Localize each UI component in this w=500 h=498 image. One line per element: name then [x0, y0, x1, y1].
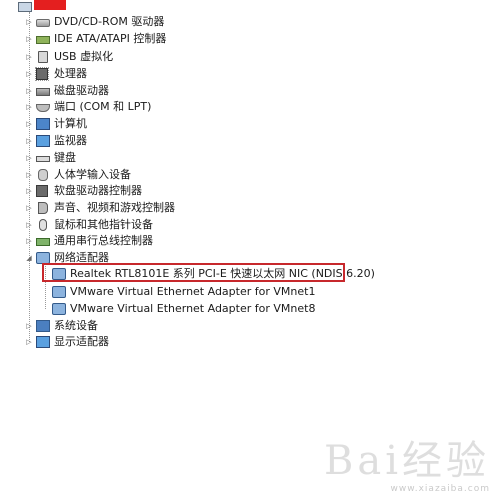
device-tree: ▷ DVD/CD-ROM 驱动器 ▷ IDE ATA/ATAPI 控制器 ▷ U…: [0, 0, 500, 498]
computer-icon: [18, 2, 32, 12]
expand-arrow-icon[interactable]: ▷: [25, 98, 33, 115]
device-vmnet1[interactable]: VMware Virtual Ethernet Adapter for VMne…: [0, 283, 400, 300]
expand-arrow-icon[interactable]: ▷: [25, 182, 33, 199]
category-label: IDE ATA/ATAPI 控制器: [54, 32, 167, 45]
category-display-adapters[interactable]: ▷ 显示适配器: [0, 333, 400, 350]
category-system-devices[interactable]: ▷ 系统设备: [0, 317, 400, 334]
expand-arrow-icon[interactable]: ▷: [25, 30, 33, 47]
category-processors[interactable]: ▷ 处理器: [0, 65, 400, 82]
redacted-computer-name: [34, 0, 66, 10]
system-device-icon: [36, 319, 50, 332]
expand-arrow-icon[interactable]: ▷: [25, 216, 33, 233]
expand-arrow-icon[interactable]: ▷: [25, 132, 33, 149]
category-label: 声音、视频和游戏控制器: [54, 201, 175, 214]
category-keyboards[interactable]: ▷ 键盘: [0, 149, 400, 166]
expand-arrow-icon[interactable]: ▷: [25, 48, 33, 65]
category-optical-drives[interactable]: ▷ DVD/CD-ROM 驱动器: [0, 13, 400, 30]
network-adapter-icon: [36, 251, 50, 264]
category-ide-controllers[interactable]: ▷ IDE ATA/ATAPI 控制器: [0, 30, 400, 47]
expand-arrow-icon[interactable]: ▷: [25, 317, 33, 334]
hid-icon: [38, 168, 48, 181]
category-label: 端口 (COM 和 LPT): [54, 100, 152, 113]
processor-icon: [35, 66, 49, 81]
category-usb-virtualization[interactable]: ▷ USB 虚拟化: [0, 48, 400, 65]
category-label: 系统设备: [54, 319, 98, 332]
category-label: 通用串行总线控制器: [54, 234, 153, 247]
expand-arrow-icon[interactable]: ▷: [25, 149, 33, 166]
category-monitors[interactable]: ▷ 监视器: [0, 132, 400, 149]
expand-arrow-icon[interactable]: ▷: [25, 115, 33, 132]
usb-icon: [38, 50, 48, 63]
category-ports[interactable]: ▷ 端口 (COM 和 LPT): [0, 98, 400, 115]
device-label: VMware Virtual Ethernet Adapter for VMne…: [70, 302, 316, 315]
monitor-icon: [36, 134, 50, 147]
mouse-icon: [39, 218, 47, 231]
sound-icon: [38, 201, 48, 214]
watermark-logo: Bai经验: [323, 438, 490, 484]
watermark: Bai经验 www.xiazaiba.com: [324, 440, 490, 494]
watermark-site: www.xiazaiba.com: [390, 484, 490, 494]
category-mice[interactable]: ▷ 鼠标和其他指针设备: [0, 216, 400, 233]
expand-arrow-icon[interactable]: ▷: [25, 82, 33, 99]
category-label: 显示适配器: [54, 335, 109, 348]
category-label: 鼠标和其他指针设备: [54, 218, 153, 231]
display-adapter-icon: [36, 335, 50, 348]
expand-arrow-icon[interactable]: ▷: [25, 65, 33, 82]
port-icon: [36, 103, 50, 112]
collapse-arrow-icon[interactable]: ◢: [25, 249, 33, 266]
computer-icon: [36, 117, 50, 130]
device-label: VMware Virtual Ethernet Adapter for VMne…: [70, 285, 316, 298]
category-hid[interactable]: ▷ 人体学输入设备: [0, 166, 400, 183]
category-usb-controllers[interactable]: ▷ 通用串行总线控制器: [0, 232, 400, 249]
category-label: 处理器: [54, 67, 87, 80]
expand-arrow-icon[interactable]: ▷: [25, 13, 33, 30]
network-adapter-icon: [52, 302, 66, 315]
optical-drive-icon: [36, 18, 50, 27]
category-floppy-controllers[interactable]: ▷ 软盘驱动器控制器: [0, 182, 400, 199]
category-label: 计算机: [54, 117, 87, 130]
category-computer[interactable]: ▷ 计算机: [0, 115, 400, 132]
category-label: 键盘: [54, 151, 76, 164]
disk-drive-icon: [36, 87, 50, 96]
ide-controller-icon: [36, 35, 50, 44]
device-vmnet8[interactable]: VMware Virtual Ethernet Adapter for VMne…: [0, 300, 400, 317]
expand-arrow-icon[interactable]: ▷: [25, 232, 33, 249]
category-label: DVD/CD-ROM 驱动器: [54, 15, 165, 28]
expand-arrow-icon[interactable]: ▷: [25, 166, 33, 183]
keyboard-icon: [36, 156, 50, 162]
expand-arrow-icon[interactable]: ▷: [25, 199, 33, 216]
usb-bus-icon: [36, 237, 50, 246]
category-label: USB 虚拟化: [54, 50, 114, 63]
category-label: 监视器: [54, 134, 87, 147]
category-sound-video[interactable]: ▷ 声音、视频和游戏控制器: [0, 199, 400, 216]
category-disk-drives[interactable]: ▷ 磁盘驱动器: [0, 82, 400, 99]
floppy-controller-icon: [36, 184, 48, 197]
category-label: 人体学输入设备: [54, 168, 131, 181]
network-adapter-icon: [52, 285, 66, 298]
highlight-box: [42, 263, 345, 282]
expand-arrow-icon[interactable]: ▷: [25, 333, 33, 350]
category-label: 磁盘驱动器: [54, 84, 109, 97]
category-label: 软盘驱动器控制器: [54, 184, 142, 197]
